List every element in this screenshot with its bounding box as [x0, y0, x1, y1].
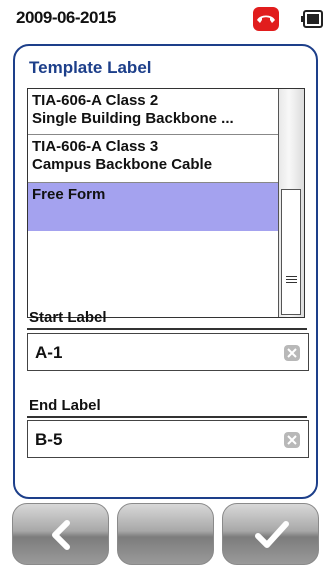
battery-icon	[300, 9, 326, 34]
phone-hangup-icon[interactable]	[253, 7, 279, 31]
start-label-field[interactable]: A-1	[27, 333, 309, 371]
clear-icon[interactable]	[284, 432, 300, 448]
template-label-panel: Template Label TIA-606-A Class 2 Single …	[13, 44, 318, 499]
list-item[interactable]: TIA-606-A Class 2 Single Building Backbo…	[28, 89, 280, 135]
panel-title: Template Label	[29, 58, 152, 77]
chevron-left-icon	[52, 520, 70, 550]
list-item-selected[interactable]: Free Form	[28, 183, 280, 231]
divider	[27, 416, 307, 418]
start-label-value: A-1	[35, 343, 63, 362]
list-item[interactable]: TIA-606-A Class 3 Campus Backbone Cable	[28, 135, 280, 183]
clear-icon[interactable]	[284, 345, 300, 361]
blank-button[interactable]	[117, 503, 214, 565]
list-scrollbar[interactable]	[278, 89, 304, 317]
end-label-caption: End Label	[27, 397, 307, 418]
list-item-line2: Single Building Backbone ...	[32, 110, 234, 127]
end-label-field[interactable]: B-5	[27, 420, 309, 458]
confirm-button[interactable]	[222, 503, 319, 565]
end-label-text: End Label	[29, 397, 101, 414]
list-item-line1: TIA-606-A Class 2	[32, 92, 159, 109]
start-label-text: Start Label	[29, 309, 107, 326]
list-item-line1: TIA-606-A Class 3	[32, 138, 159, 155]
list-item-line2: Campus Backbone Cable	[32, 156, 213, 173]
checkmark-icon	[255, 521, 289, 548]
divider	[27, 328, 307, 330]
end-label-value: B-5	[35, 430, 63, 449]
list-item-line1: Free Form	[32, 186, 106, 203]
status-bar: 2009-06-2015	[0, 0, 330, 36]
scrollbar-thumb[interactable]	[281, 189, 301, 315]
start-label-caption: Start Label	[27, 309, 307, 330]
grip-icon	[286, 276, 297, 283]
template-list[interactable]: TIA-606-A Class 2 Single Building Backbo…	[27, 88, 305, 318]
status-datetime: 2009-06-2015	[16, 8, 116, 27]
back-button[interactable]	[12, 503, 109, 565]
